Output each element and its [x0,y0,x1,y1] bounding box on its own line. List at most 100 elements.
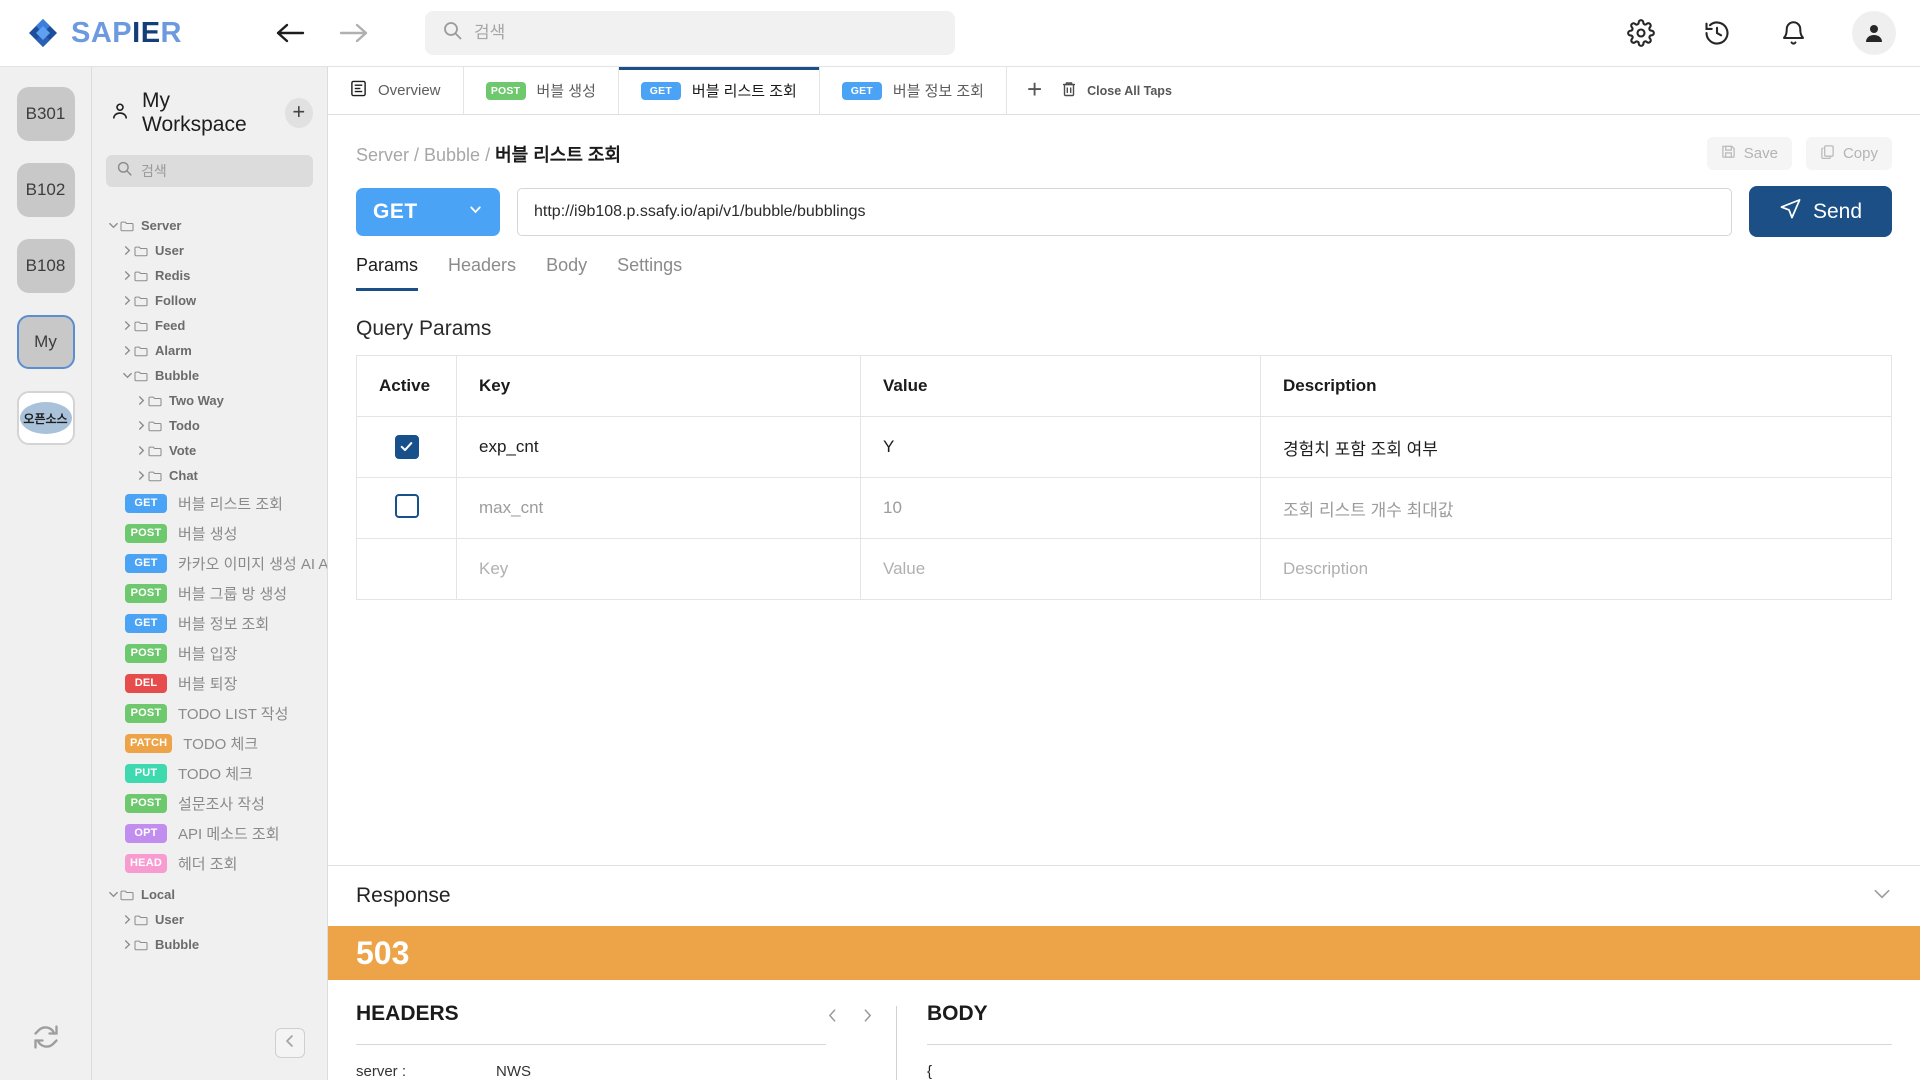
row-key[interactable]: exp_cnt [457,417,861,478]
api-item-9[interactable]: PUT TODO 체크 [92,758,327,788]
tab-headers[interactable]: Headers [448,255,516,291]
gear-icon[interactable] [1624,16,1658,50]
search-icon [117,161,132,181]
tree-item-bubble[interactable]: Bubble [92,363,327,388]
api-item-10[interactable]: POST 설문조사 작성 [92,788,327,818]
tree-item-redis[interactable]: Redis [92,263,327,288]
api-item-12[interactable]: HEAD 헤더 조회 [92,848,327,878]
tab-settings[interactable]: Settings [617,255,682,291]
workspace-b102[interactable]: B102 [17,163,75,217]
api-item-4[interactable]: GET 버블 정보 조회 [92,608,327,638]
method-badge: GET [125,494,167,513]
tab-bubble-info[interactable]: GET 버블 정보 조회 [820,67,1007,114]
row-description-placeholder[interactable]: Description [1261,539,1892,600]
add-tab-button[interactable]: + [1027,76,1042,106]
workspace-my[interactable]: My [17,315,75,369]
tab-body[interactable]: Body [546,255,587,291]
tree-item-user[interactable]: User [92,238,327,263]
tree-item-local-user[interactable]: User [92,907,327,932]
row-active-cell[interactable] [357,417,457,478]
workspace-b108[interactable]: B108 [17,239,75,293]
workspace-b301-label: B301 [26,104,66,124]
arrow-left-icon[interactable] [826,1008,839,1028]
global-search[interactable] [425,11,955,55]
tree-item-chat[interactable]: Chat [92,463,327,488]
tree-item-local-bubble[interactable]: Bubble [92,932,327,957]
save-button[interactable]: Save [1707,137,1792,170]
workspace-b108-label: B108 [26,256,66,276]
column-description: Description [1261,356,1892,417]
workspace-b102-label: B102 [26,180,66,200]
api-label: 설문조사 작성 [178,793,265,814]
close-all-tabs-button[interactable]: Close All Taps [1060,80,1172,101]
folder-icon [134,370,148,382]
arrow-right-icon[interactable] [861,1008,874,1028]
url-input[interactable] [534,203,1715,221]
workspace-b301[interactable]: B301 [17,87,75,141]
explorer-search[interactable] [106,155,313,187]
arrow-left-icon[interactable] [273,16,307,50]
method-badge: POST [125,794,167,813]
tab-bubble-create[interactable]: POST 버블 생성 [464,67,619,114]
history-icon[interactable] [1700,16,1734,50]
url-input-wrapper[interactable] [517,188,1732,236]
row-active-cell[interactable] [357,539,457,600]
tree-item-vote[interactable]: Vote [92,438,327,463]
sync-icon[interactable] [32,1023,60,1056]
row-value-placeholder[interactable]: Value [861,539,1261,600]
table-row-placeholder: Key Value Description [357,539,1892,600]
row-key-placeholder[interactable]: Key [457,539,861,600]
tree-item-server[interactable]: Server [92,213,327,238]
api-item-11[interactable]: OPT API 메소드 조회 [92,818,327,848]
row-value[interactable]: 10 [861,478,1261,539]
tree-item-two-way[interactable]: Two Way [92,388,327,413]
chevron-down-icon[interactable] [1872,884,1892,909]
active-checkbox-checked[interactable] [395,435,419,459]
tree-item-todo[interactable]: Todo [92,413,327,438]
brand-logo[interactable]: SAPIER [28,17,243,50]
api-item-8[interactable]: PATCH TODO 체크 [92,728,327,758]
breadcrumb-prefix: Server / Bubble / [356,145,495,165]
collapse-sidebar-button[interactable] [275,1028,305,1058]
tab-bubble-list[interactable]: GET 버블 리스트 조회 [619,67,820,114]
table-header-row: Active Key Value Description [357,356,1892,417]
folder-icon [134,345,148,357]
api-item-3[interactable]: POST 버블 그룹 방 생성 [92,578,327,608]
row-key[interactable]: max_cnt [457,478,861,539]
row-description[interactable]: 조회 리스트 개수 최대값 [1261,478,1892,539]
tree-item-alarm[interactable]: Alarm [92,338,327,363]
api-item-2[interactable]: GET 카카오 이미지 생성 AI API [92,548,327,578]
chevron-right-icon [134,420,148,431]
row-active-cell[interactable] [357,478,457,539]
workspace-opensource[interactable]: 오픈소스 [17,391,75,445]
response-body-content: { [927,1045,1892,1080]
row-description[interactable]: 경험치 포함 조회 여부 [1261,417,1892,478]
save-icon [1721,144,1736,163]
api-item-1[interactable]: POST 버블 생성 [92,518,327,548]
folder-icon [148,445,162,457]
api-item-5[interactable]: POST 버블 입장 [92,638,327,668]
add-workspace-button[interactable]: + [285,98,313,128]
api-item-7[interactable]: POST TODO LIST 작성 [92,698,327,728]
api-item-0[interactable]: GET 버블 리스트 조회 [92,488,327,518]
explorer-search-input[interactable] [141,163,302,179]
bell-icon[interactable] [1776,16,1810,50]
tree-item-feed[interactable]: Feed [92,313,327,338]
global-search-input[interactable] [474,23,937,43]
user-avatar-icon[interactable] [1852,11,1896,55]
send-button[interactable]: Send [1749,186,1892,237]
search-icon [443,21,462,45]
api-item-6[interactable]: DEL 버블 퇴장 [92,668,327,698]
tree-item-follow[interactable]: Follow [92,288,327,313]
tab-overview[interactable]: Overview [328,67,464,114]
tree-item-local[interactable]: Local [92,882,327,907]
response-panel-resizer[interactable] [826,1002,897,1080]
response-header[interactable]: Response [328,866,1920,926]
active-checkbox-unchecked[interactable] [395,494,419,518]
copy-button[interactable]: Copy [1806,137,1892,170]
arrow-right-icon[interactable] [337,16,371,50]
api-label: 카카오 이미지 생성 AI API [178,553,327,574]
row-value[interactable]: Y [861,417,1261,478]
tab-params[interactable]: Params [356,255,418,291]
method-select[interactable]: GET [356,188,500,236]
